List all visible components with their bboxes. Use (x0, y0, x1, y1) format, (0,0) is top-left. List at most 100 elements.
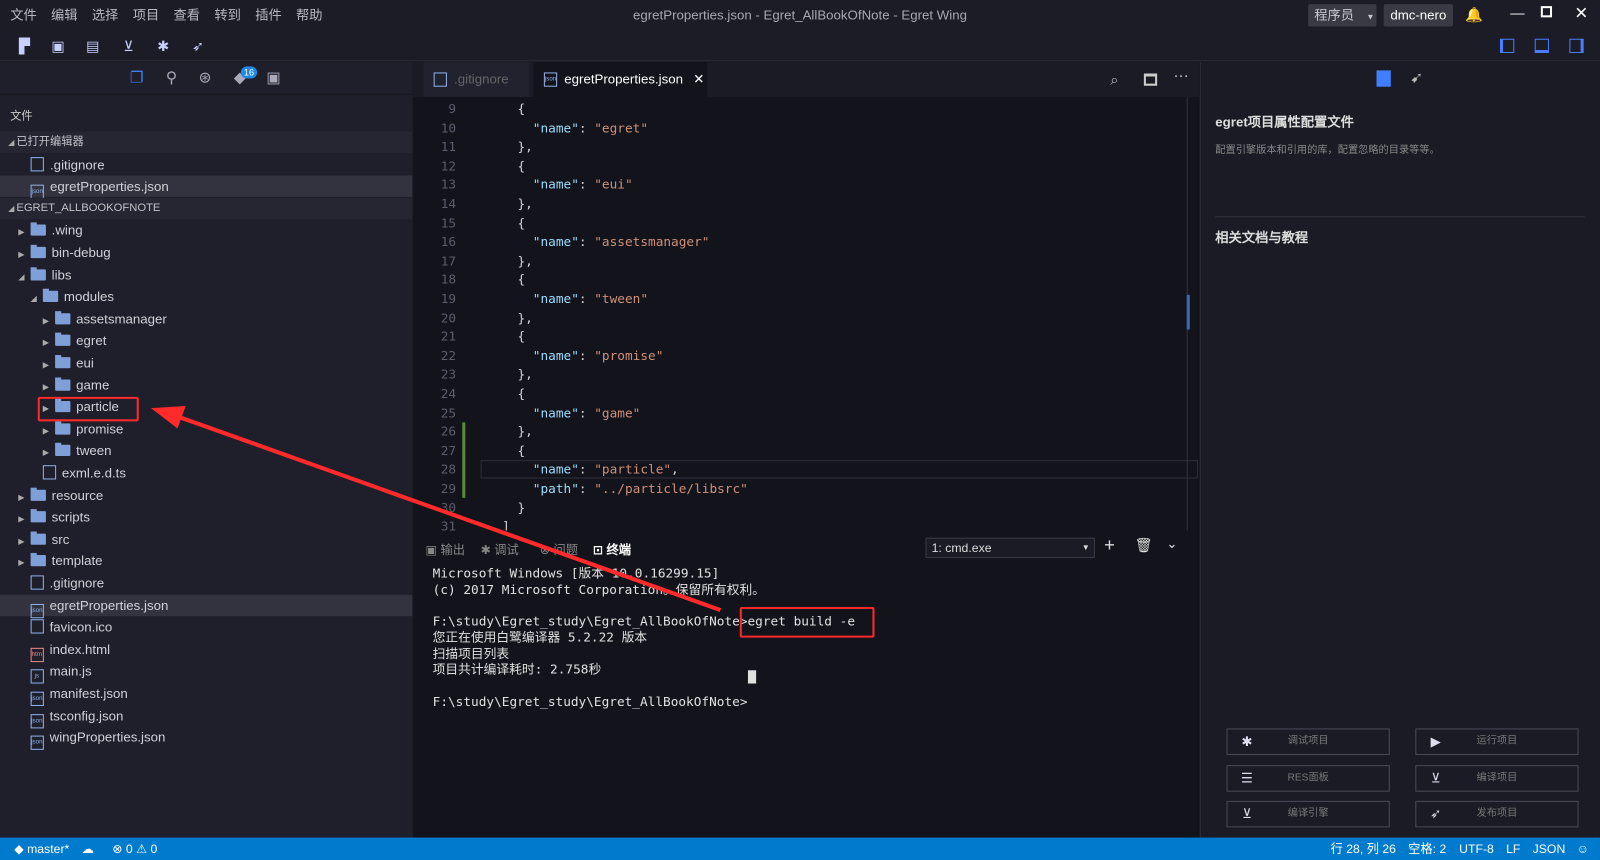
build-engine-button[interactable]: ⊻ 编译引擎 (1226, 800, 1390, 828)
sync-icon[interactable]: ☁ (82, 838, 94, 860)
tree-item[interactable]: ▶ game (0, 374, 412, 395)
debug-icon[interactable]: ✱ (155, 38, 171, 54)
split-editor-icon[interactable] (1143, 73, 1158, 86)
editor-tab[interactable]: .gitignore (423, 62, 530, 97)
wing-icon[interactable]: ➹ (1410, 68, 1423, 86)
line-number: 16 (440, 233, 457, 250)
play-button[interactable]: ▶ 运行项目 (1415, 728, 1579, 755)
tree-item[interactable]: json wingProperties.json (0, 727, 412, 751)
search-icon[interactable]: ⚲ (162, 69, 180, 87)
toggle-right-panel-icon[interactable] (1569, 38, 1584, 54)
project-label: EGRET_ALLBOOKOFNOTE (16, 201, 161, 215)
tree-item[interactable]: ▶ bin-debug (0, 242, 412, 263)
tree-item[interactable]: json manifest.json (0, 683, 412, 706)
new-folder-icon[interactable]: ▛ (16, 38, 32, 54)
tree-item[interactable]: ◢ libs (0, 264, 412, 285)
rocket-button[interactable]: ➶ 发布项目 (1415, 800, 1579, 828)
close-tab-icon[interactable]: ✕ (693, 71, 704, 86)
res-button[interactable]: ☰ RES面板 (1226, 764, 1390, 792)
feedback-icon[interactable]: ☺ (1577, 838, 1590, 860)
tree-item[interactable]: favicon.ico (0, 616, 412, 637)
code-token: "eui" (594, 176, 633, 193)
open-preview-icon[interactable]: ⌕ (1110, 71, 1118, 88)
tree-item[interactable]: ▶ .wing (0, 220, 412, 241)
debug-panel-icon[interactable]: ▣ (264, 69, 282, 87)
problems[interactable]: ⊗ 0 ⚠ 0 (112, 838, 157, 860)
user-button[interactable]: dmc-nero (1383, 4, 1454, 27)
minimize-button[interactable]: — (1510, 4, 1524, 20)
add-terminal-icon[interactable]: + (1104, 535, 1115, 556)
tree-item[interactable]: json tsconfig.json (0, 705, 412, 729)
role-select[interactable]: 程序员 ▼ (1308, 4, 1377, 27)
extensions-icon[interactable]: ⊛ (196, 69, 214, 87)
build-icon[interactable]: ⊻ (120, 38, 136, 54)
toggle-sidebar-icon[interactable] (1499, 38, 1515, 54)
menu-item[interactable]: 查看 (174, 0, 201, 31)
tree-item[interactable]: ▶ egret (0, 330, 412, 351)
tree-item[interactable]: js main.js (0, 660, 412, 684)
terminal-select-value: 1: cmd.exe (931, 540, 992, 555)
tree-item[interactable]: .gitignore (0, 572, 412, 593)
open-editors-header[interactable]: ◢ 已打开编辑器 (0, 131, 413, 154)
close-button[interactable]: ✕ (1574, 3, 1588, 23)
line-ending[interactable]: LF (1506, 838, 1520, 860)
tree-item[interactable]: exml.e.d.ts (0, 462, 412, 483)
menu-item[interactable]: 插件 (255, 0, 282, 31)
menu-item[interactable]: 帮助 (296, 0, 323, 31)
scrollbar-thumb[interactable] (1186, 294, 1190, 330)
trash-icon[interactable]: 🗑 (1135, 537, 1153, 554)
tree-item[interactable]: ▶ resource (0, 484, 412, 505)
git-badge: 16 (240, 66, 258, 79)
tree-item[interactable]: json egretProperties.json (0, 594, 413, 618)
open-editor-item[interactable]: .gitignore (0, 154, 412, 175)
menu-item[interactable]: 项目 (133, 0, 160, 31)
panel-tab[interactable]: ⊗ 问题 (540, 541, 578, 558)
cursor-position[interactable]: 行 28, 列 26 (1331, 838, 1396, 860)
git-branch[interactable]: ◆ master* (14, 838, 69, 860)
tree-item[interactable]: ▶ scripts (0, 506, 412, 527)
project-header[interactable]: ◢ EGRET_ALLBOOKOFNOTE (0, 197, 413, 220)
menu-item[interactable]: 选择 (92, 0, 119, 31)
restore-button[interactable] (1540, 6, 1553, 18)
menu-item[interactable]: 转到 (214, 0, 241, 31)
role-label: 程序员 (1314, 7, 1355, 23)
button-label: 编译引擎 (1287, 807, 1329, 820)
build-button[interactable]: ⊻ 编译项目 (1415, 764, 1579, 792)
play-icon: ▶ (1430, 733, 1441, 749)
publish-icon[interactable]: ➶ (190, 38, 206, 54)
menu-item[interactable]: 编辑 (51, 0, 78, 31)
save-all-icon[interactable]: ▤ (85, 38, 101, 54)
tree-item[interactable]: ▶ src (0, 528, 412, 549)
open-editor-item[interactable]: json egretProperties.json (0, 175, 413, 200)
terminal-select[interactable]: 1: cmd.exe ▼ (925, 537, 1095, 559)
tree-item[interactable]: ▶ assetsmanager (0, 308, 412, 329)
tree-item[interactable]: htm index.html (0, 638, 412, 662)
branch-label: master* (27, 841, 70, 856)
docs-icon[interactable] (1376, 70, 1391, 87)
code-line: 14 }, (413, 195, 1199, 214)
chevron-right-icon: ▶ (42, 360, 50, 370)
tree-item[interactable]: ▶ template (0, 550, 412, 571)
toggle-panel-icon[interactable] (1534, 38, 1549, 54)
panel-tab[interactable]: ✱ 调试 (481, 541, 519, 558)
code-token: }, (517, 195, 533, 212)
collapse-panel-icon[interactable]: ⌄ (1166, 536, 1177, 552)
panel-tab[interactable]: ⊡ 终端 (593, 541, 631, 558)
tree-item[interactable]: ▶ tween (0, 440, 412, 461)
tree-item[interactable]: ▶ eui (0, 352, 412, 373)
save-icon[interactable]: ▣ (50, 38, 66, 54)
bell-icon[interactable]: 🔔 (1465, 6, 1483, 23)
panel-tab[interactable]: ▣ 输出 (426, 541, 465, 558)
language-mode[interactable]: JSON (1533, 838, 1566, 860)
indentation[interactable]: 空格: 2 (1408, 838, 1446, 860)
more-icon[interactable]: ··· (1173, 67, 1188, 84)
menu-item[interactable]: 文件 (10, 0, 37, 31)
files-icon[interactable]: ❐ (128, 69, 146, 87)
encoding[interactable]: UTF-8 (1459, 838, 1494, 860)
tree-item[interactable]: ◢ modules (0, 286, 412, 307)
editor-tab[interactable]: json egretProperties.json ✕ (533, 62, 708, 97)
bug-button[interactable]: ✱ 调试项目 (1226, 728, 1390, 755)
